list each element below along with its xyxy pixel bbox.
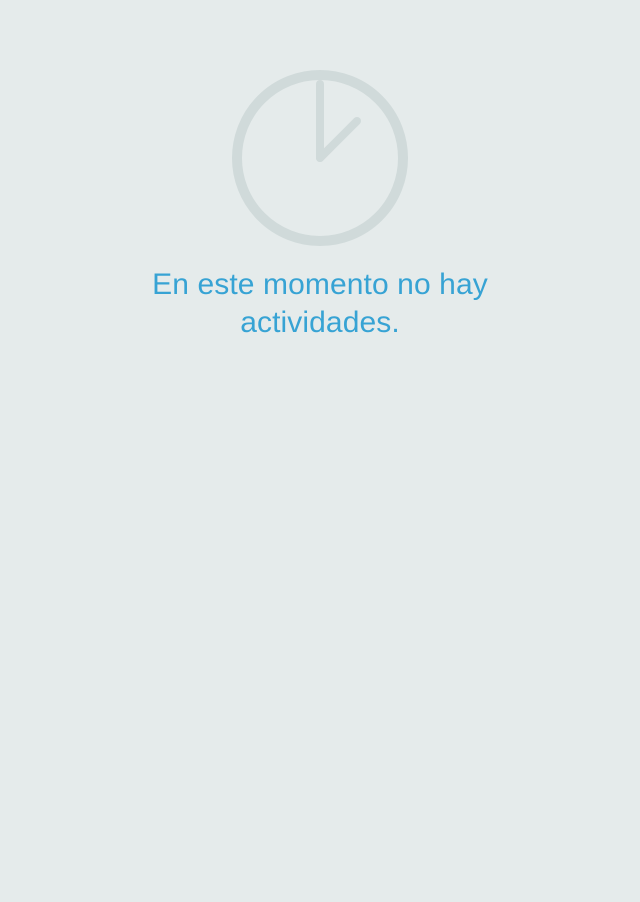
empty-state-message: En este momento no hay actividades.: [152, 268, 488, 339]
clock-icon: [230, 68, 410, 248]
activities-screen: En este momento no hay actividades.: [0, 0, 640, 902]
empty-state: En este momento no hay actividades.: [0, 0, 640, 360]
